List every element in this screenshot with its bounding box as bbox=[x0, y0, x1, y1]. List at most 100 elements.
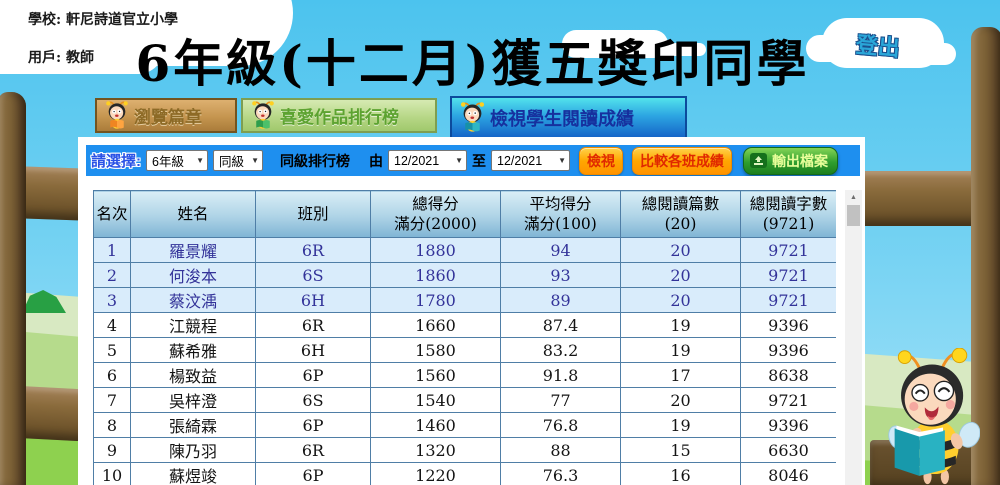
cell-average: 94 bbox=[500, 237, 621, 263]
cell-articles: 17 bbox=[620, 362, 741, 388]
table-row: 4 江競程 6R 1660 87.4 19 9396 bbox=[93, 312, 836, 338]
cell-articles: 20 bbox=[620, 387, 741, 413]
vertical-scrollbar[interactable]: ▲ bbox=[845, 190, 862, 485]
cell-articles: 19 bbox=[620, 312, 741, 338]
cell-words: 9721 bbox=[740, 387, 836, 413]
cell-rank: 4 bbox=[93, 312, 131, 338]
cell-class: 6H bbox=[255, 287, 371, 313]
cell-rank: 10 bbox=[93, 462, 131, 485]
cell-rank: 3 bbox=[93, 287, 131, 313]
cell-average: 91.8 bbox=[500, 362, 621, 388]
cell-words: 9721 bbox=[740, 262, 836, 288]
from-month-select[interactable]: 12/2021 ▼ bbox=[388, 150, 467, 171]
cell-average: 93 bbox=[500, 262, 621, 288]
scope-select-value: 同級 bbox=[219, 155, 245, 169]
col-rank-header: 名次 bbox=[93, 190, 131, 238]
cell-rank: 8 bbox=[93, 412, 131, 438]
to-month-select[interactable]: 12/2021 ▼ bbox=[491, 150, 570, 171]
table-row: 1 羅景耀 6R 1880 94 20 9721 bbox=[93, 237, 836, 263]
cell-name: 蘇希雅 bbox=[130, 337, 256, 363]
from-month-value: 12/2021 bbox=[394, 153, 440, 168]
cell-average: 76.3 bbox=[500, 462, 621, 485]
cell-articles: 20 bbox=[620, 237, 741, 263]
grade-select[interactable]: 6年級 ▼ bbox=[146, 150, 208, 171]
to-label: 至 bbox=[472, 152, 486, 169]
cell-class: 6R bbox=[255, 312, 371, 338]
user-name: 教師 bbox=[66, 50, 95, 66]
col-words-header: 總閱讀字數 (9721) bbox=[740, 190, 836, 238]
scroll-up-arrow-icon[interactable]: ▲ bbox=[845, 190, 862, 204]
scope-select[interactable]: 同級 ▼ bbox=[213, 150, 263, 171]
table-row: 2 何浚本 6S 1860 93 20 9721 bbox=[93, 262, 836, 288]
cell-class: 6P bbox=[255, 412, 371, 438]
col-average-header: 平均得分 滿分(100) bbox=[500, 190, 621, 238]
tab-favorite-ranking[interactable]: 喜愛作品排行榜 bbox=[241, 98, 437, 133]
logout-button[interactable]: 登出 bbox=[855, 27, 902, 63]
cell-average: 76.8 bbox=[500, 412, 621, 438]
cell-total: 1880 bbox=[370, 237, 501, 263]
export-file-button[interactable]: 輸出檔案 bbox=[743, 146, 838, 175]
table-row: 5 蘇希雅 6H 1580 83.2 19 9396 bbox=[93, 337, 836, 363]
view-button[interactable]: 檢視 bbox=[579, 146, 623, 175]
cell-name: 張綺霖 bbox=[130, 412, 256, 438]
cell-articles: 15 bbox=[620, 437, 741, 463]
fence-post bbox=[0, 92, 26, 485]
choose-label: 請選擇: bbox=[91, 153, 141, 170]
col-total-header: 總得分 滿分(2000) bbox=[370, 190, 501, 238]
cell-rank: 7 bbox=[93, 387, 131, 413]
col-class-header: 班別 bbox=[255, 190, 371, 238]
from-label: 由 bbox=[369, 152, 383, 169]
cell-total: 1780 bbox=[370, 287, 501, 313]
cell-total: 1860 bbox=[370, 262, 501, 288]
cell-total: 1460 bbox=[370, 412, 501, 438]
tab-browse-articles[interactable]: 瀏覽篇章 bbox=[95, 98, 237, 133]
compare-classes-button[interactable]: 比較各班成績 bbox=[632, 146, 732, 175]
app-window: 學校: 軒尼詩道官立小學 用戶: 教師 6年級(十二月)獲五獎印同學 登出 瀏覽… bbox=[0, 0, 1000, 485]
cell-average: 88 bbox=[500, 437, 621, 463]
cell-words: 9396 bbox=[740, 312, 836, 338]
cell-average: 89 bbox=[500, 287, 621, 313]
export-file-icon bbox=[750, 153, 767, 168]
cell-total: 1320 bbox=[370, 437, 501, 463]
cell-rank: 9 bbox=[93, 437, 131, 463]
bee-icon bbox=[252, 101, 274, 129]
table-row: 6 楊致益 6P 1560 91.8 17 8638 bbox=[93, 362, 836, 388]
cell-class: 6S bbox=[255, 387, 371, 413]
tab-label: 喜愛作品排行榜 bbox=[280, 108, 399, 127]
cell-words: 9396 bbox=[740, 412, 836, 438]
tab-label: 瀏覽篇章 bbox=[134, 108, 202, 127]
user-info: 用戶: 教師 bbox=[28, 47, 94, 67]
chevron-down-icon: ▼ bbox=[558, 156, 566, 165]
cell-name: 陳乃羽 bbox=[130, 437, 256, 463]
cell-average: 83.2 bbox=[500, 337, 621, 363]
cell-total: 1540 bbox=[370, 387, 501, 413]
table-row: 9 陳乃羽 6R 1320 88 15 6630 bbox=[93, 437, 836, 463]
cell-rank: 1 bbox=[93, 237, 131, 263]
cell-words: 8638 bbox=[740, 362, 836, 388]
bee-mascot-reading bbox=[888, 348, 980, 485]
scrollbar-thumb[interactable] bbox=[847, 205, 860, 226]
page-title: 6年級(十二月)獲五獎印同學 bbox=[135, 34, 810, 93]
cell-total: 1220 bbox=[370, 462, 501, 485]
cell-words: 8046 bbox=[740, 462, 836, 485]
bee-icon bbox=[106, 101, 128, 129]
cell-name: 羅景耀 bbox=[130, 237, 256, 263]
cell-class: 6R bbox=[255, 437, 371, 463]
grade-select-value: 6年級 bbox=[152, 155, 184, 169]
cell-rank: 5 bbox=[93, 337, 131, 363]
cell-class: 6R bbox=[255, 237, 371, 263]
cell-articles: 16 bbox=[620, 462, 741, 485]
cell-rank: 6 bbox=[93, 362, 131, 388]
content-panel: 請選擇: 6年級 ▼ 同級 ▼ 同級排行榜 由 12/2021 ▼ 至 12/2… bbox=[78, 137, 865, 485]
cell-class: 6P bbox=[255, 362, 371, 388]
col-name-header: 姓名 bbox=[130, 190, 256, 238]
ranking-title: 同級排行榜 bbox=[280, 152, 350, 169]
table-row: 7 吳梓澄 6S 1540 77 20 9721 bbox=[93, 387, 836, 413]
school-label: 學校: bbox=[28, 12, 62, 28]
tab-view-reading-scores[interactable]: 檢視學生閱讀成績 bbox=[450, 96, 687, 137]
cell-articles: 19 bbox=[620, 412, 741, 438]
to-month-value: 12/2021 bbox=[497, 153, 543, 168]
bee-icon bbox=[460, 102, 485, 132]
cell-class: 6P bbox=[255, 462, 371, 485]
cell-name: 江競程 bbox=[130, 312, 256, 338]
